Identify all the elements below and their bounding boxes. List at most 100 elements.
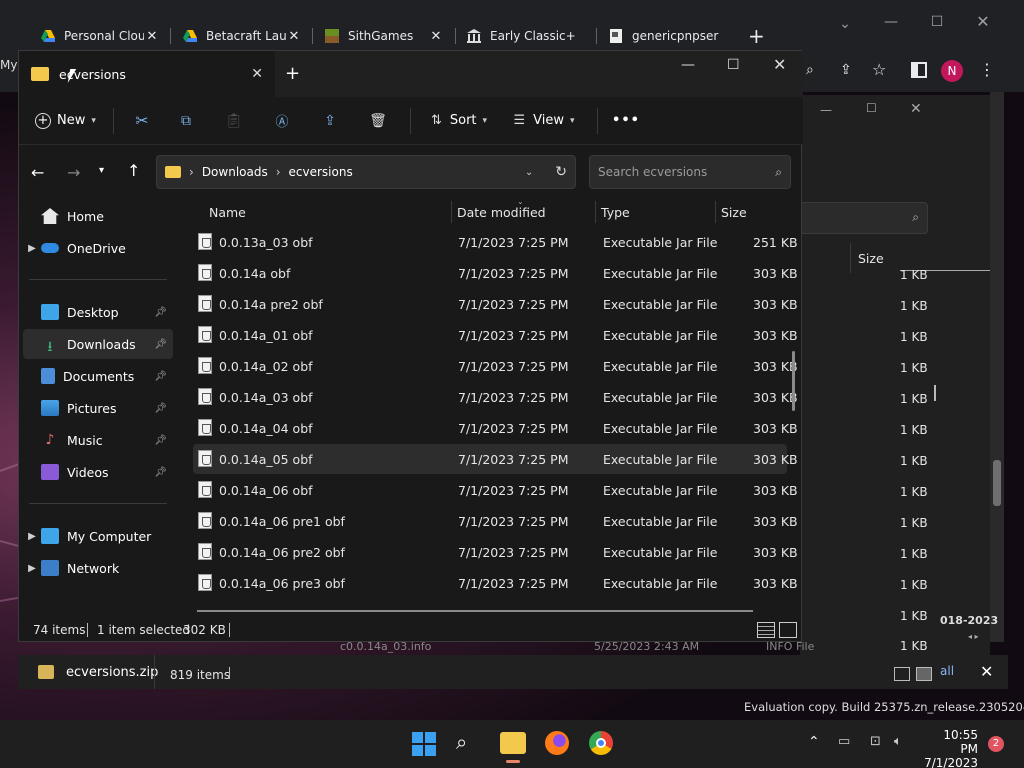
expand-chevron-icon[interactable]: ▶ bbox=[23, 531, 41, 542]
tiles-view-icon[interactable] bbox=[916, 667, 932, 681]
firefox-icon[interactable] bbox=[545, 731, 569, 755]
zoom-icon[interactable]: ⌕ bbox=[806, 62, 826, 78]
share-icon[interactable]: ⇪ bbox=[306, 105, 354, 137]
pin-icon[interactable]: 📌︎ bbox=[154, 467, 167, 478]
search-box[interactable]: Search ecversions ⌕ bbox=[589, 155, 791, 189]
delete-icon[interactable]: 🗑︎ bbox=[354, 105, 402, 137]
sidebar-item-desktop[interactable]: Desktop 📌︎ bbox=[23, 297, 173, 327]
browser-tab[interactable]: genericpnpser bbox=[598, 20, 738, 52]
details-view-icon[interactable] bbox=[894, 667, 910, 681]
pin-icon[interactable]: 📌︎ bbox=[154, 371, 167, 382]
sidebar-item-downloads[interactable]: ⭳ Downloads 📌︎ bbox=[23, 329, 173, 359]
file-row[interactable]: 0.0.14a obf 7/1/2023 7:25 PM Executable … bbox=[193, 258, 798, 288]
file-row[interactable]: 0.0.14a_02 obf 7/1/2023 7:25 PM Executab… bbox=[193, 351, 798, 381]
sidebar-item-my-computer[interactable]: ▶ My Computer bbox=[23, 521, 173, 551]
close-icon[interactable]: ✕ bbox=[428, 29, 444, 44]
file-explorer-icon[interactable] bbox=[500, 732, 526, 754]
browser-tab[interactable]: SithGames ✕ bbox=[314, 20, 454, 52]
pin-icon[interactable]: 📌︎ bbox=[154, 403, 167, 414]
minimize-icon[interactable]: — bbox=[820, 103, 832, 117]
network-icon[interactable]: ⊡ bbox=[870, 734, 881, 749]
close-icon[interactable]: ✕ bbox=[968, 12, 998, 31]
close-download-bar-icon[interactable]: ✕ bbox=[980, 662, 993, 681]
notification-badge[interactable]: 2 bbox=[988, 736, 1004, 752]
volume-icon[interactable]: 🔈︎ bbox=[894, 734, 902, 749]
column-header-type[interactable]: Type bbox=[601, 201, 630, 223]
horizontal-scrollbar[interactable] bbox=[197, 610, 753, 612]
close-icon[interactable]: ✕ bbox=[286, 29, 302, 44]
scroll-arrows[interactable]: ◂ ▸ bbox=[968, 632, 988, 642]
chevron-up-icon[interactable]: ⌃ bbox=[808, 734, 820, 750]
share-icon[interactable]: ⇪ bbox=[840, 62, 860, 78]
minimize-icon[interactable]: — bbox=[681, 57, 695, 73]
forward-arrow-icon[interactable]: → bbox=[67, 163, 80, 182]
new-tab-button[interactable]: + bbox=[748, 24, 765, 48]
search-icon[interactable]: ⌕ bbox=[456, 730, 467, 754]
sidebar-item-onedrive[interactable]: ▶ OneDrive bbox=[23, 233, 173, 263]
file-row[interactable]: 0.0.14a_06 pre2 obf 7/1/2023 7:25 PM Exe… bbox=[193, 537, 798, 567]
show-all-link[interactable]: all bbox=[940, 664, 954, 678]
vertical-scrollbar[interactable] bbox=[792, 351, 795, 411]
new-button[interactable]: + New ▾ bbox=[35, 105, 105, 137]
file-row[interactable]: 0.0.14a_03 obf 7/1/2023 7:25 PM Executab… bbox=[193, 382, 798, 412]
file-row[interactable]: 0.0.14a_06 obf 7/1/2023 7:25 PM Executab… bbox=[193, 475, 798, 505]
sidebar-item-videos[interactable]: Videos 📌︎ bbox=[23, 457, 173, 487]
background-search-box[interactable]: ⌕ bbox=[800, 202, 928, 234]
file-row[interactable]: 0.0.14a pre2 obf 7/1/2023 7:25 PM Execut… bbox=[193, 289, 798, 319]
file-row[interactable]: 0.0.14a_06 pre1 obf 7/1/2023 7:25 PM Exe… bbox=[193, 506, 798, 536]
pin-icon[interactable]: 📌︎ bbox=[154, 307, 167, 318]
close-tab-icon[interactable]: ✕ bbox=[251, 66, 263, 82]
pin-icon[interactable]: 📌︎ bbox=[154, 435, 167, 446]
maximize-icon[interactable]: ☐ bbox=[922, 14, 952, 30]
chrome-icon[interactable] bbox=[589, 731, 613, 755]
column-divider[interactable] bbox=[451, 201, 452, 223]
large-icons-view-icon[interactable] bbox=[779, 622, 797, 638]
address-bar[interactable]: › Downloads › ecversions ⌄ ↻ bbox=[156, 155, 576, 189]
sidebar-item-pictures[interactable]: Pictures 📌︎ bbox=[23, 393, 173, 423]
maximize-icon[interactable]: ☐ bbox=[866, 101, 877, 115]
cut-icon[interactable]: ✂ bbox=[122, 105, 162, 137]
maximize-icon[interactable]: ☐ bbox=[727, 57, 740, 73]
column-divider[interactable] bbox=[715, 201, 716, 223]
recent-locations-icon[interactable]: ▾ bbox=[99, 165, 104, 176]
file-row[interactable]: 0.0.14a_04 obf 7/1/2023 7:25 PM Executab… bbox=[193, 413, 798, 443]
sidebar-item-home[interactable]: Home bbox=[23, 201, 173, 231]
browser-tab[interactable]: Betacraft Laun ✕ bbox=[172, 20, 312, 52]
background-scrollbar[interactable] bbox=[934, 385, 936, 401]
sidebar-item-music[interactable]: ♪ Music 📌︎ bbox=[23, 425, 173, 455]
file-row[interactable]: 0.0.13a_03 obf 7/1/2023 7:25 PM Executab… bbox=[193, 227, 798, 257]
address-dropdown-icon[interactable]: ⌄ bbox=[525, 167, 533, 178]
profile-avatar[interactable]: N bbox=[941, 60, 963, 82]
close-icon[interactable]: ✕ bbox=[910, 101, 922, 117]
file-row[interactable]: 0.0.14a_06 pre3 obf 7/1/2023 7:25 PM Exe… bbox=[193, 568, 798, 598]
expand-chevron-icon[interactable]: ▶ bbox=[23, 563, 41, 574]
details-view-icon[interactable] bbox=[757, 622, 775, 638]
view-button[interactable]: ☰ View ▾ bbox=[499, 105, 589, 137]
download-file-name[interactable]: ecversions.zip bbox=[66, 665, 158, 680]
size-column-header[interactable]: Size bbox=[858, 251, 884, 266]
column-header-size[interactable]: Size bbox=[721, 201, 747, 223]
breadcrumb-downloads[interactable]: Downloads bbox=[202, 165, 268, 179]
sidepanel-icon[interactable] bbox=[911, 62, 927, 78]
browser-scrollbar[interactable] bbox=[990, 92, 1004, 642]
tab-search-icon[interactable]: ⌄ bbox=[830, 16, 860, 32]
windows-start-icon[interactable] bbox=[412, 732, 436, 756]
up-arrow-icon[interactable]: ↑ bbox=[127, 161, 140, 180]
browser-tab[interactable]: Early Classic+ bbox=[456, 20, 596, 52]
column-divider[interactable] bbox=[595, 201, 596, 223]
more-options-button[interactable]: ••• bbox=[606, 105, 646, 137]
menu-kebab-icon[interactable]: ⋮ bbox=[979, 60, 995, 79]
sort-button[interactable]: ⇅ Sort ▾ bbox=[419, 105, 499, 137]
close-window-icon[interactable]: ✕ bbox=[773, 55, 786, 74]
sidebar-item-documents[interactable]: Documents 📌︎ bbox=[23, 361, 173, 391]
rename-icon[interactable]: Ⓐ bbox=[258, 105, 306, 137]
pin-icon[interactable]: 📌︎ bbox=[154, 339, 167, 350]
sidebar-item-network[interactable]: ▶ Network bbox=[23, 553, 173, 583]
scroll-thumb[interactable] bbox=[993, 460, 1001, 506]
file-row[interactable]: 0.0.14a_01 obf 7/1/2023 7:25 PM Executab… bbox=[193, 320, 798, 350]
bookmark-star-icon[interactable]: ☆ bbox=[872, 60, 892, 79]
close-icon[interactable]: ✕ bbox=[144, 29, 160, 44]
expand-chevron-icon[interactable]: ▶ bbox=[23, 243, 41, 254]
back-arrow-icon[interactable]: ← bbox=[31, 163, 44, 182]
copy-icon[interactable]: ⧉ bbox=[162, 105, 210, 137]
